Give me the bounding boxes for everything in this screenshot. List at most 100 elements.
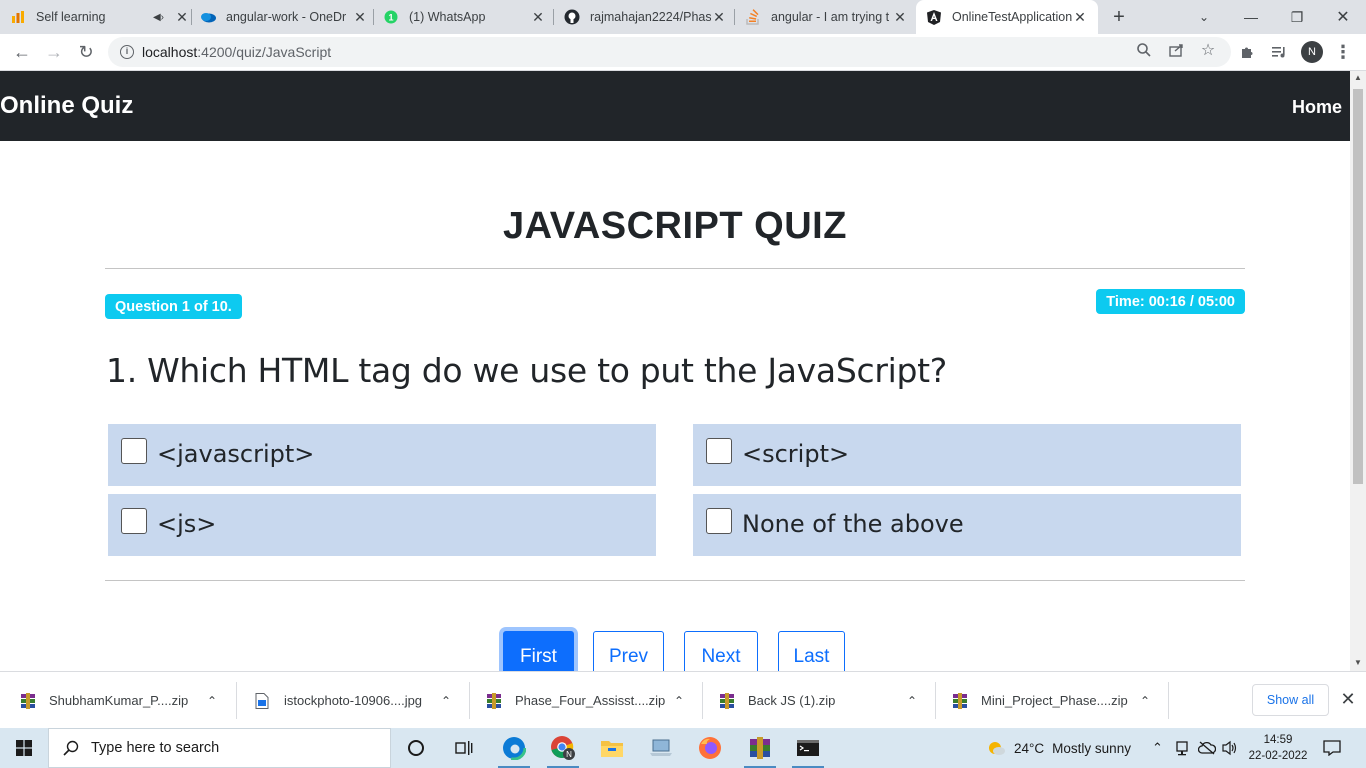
scroll-thumb[interactable] [1353, 89, 1363, 484]
option-4[interactable]: None of the above [693, 494, 1241, 556]
more-menu-icon[interactable]: ⋮ [1333, 42, 1353, 62]
download-item[interactable]: istockphoto-10906....jpg ⌃ [255, 672, 467, 729]
page-scrollbar[interactable]: ▲ ▼ [1350, 71, 1366, 671]
tab-close-icon[interactable]: ✕ [711, 9, 727, 25]
option-1[interactable]: <javascript> [108, 424, 656, 486]
close-downloads-icon[interactable]: ✕ [1339, 689, 1357, 709]
download-item[interactable]: Mini_Project_Phase....zip ⌃ [952, 672, 1166, 729]
restore-button[interactable]: ❐ [1274, 0, 1320, 34]
laptop-app-icon[interactable] [637, 728, 685, 768]
forward-arrow-icon[interactable]: → [40, 38, 68, 66]
winrar-archive-icon [486, 692, 502, 709]
file-explorer-icon[interactable] [588, 728, 636, 768]
browser-tab-2[interactable]: angular-work - OneDr ✕ [200, 0, 368, 34]
option-label: None of the above [742, 510, 964, 538]
tab-separator [191, 9, 192, 25]
network-icon[interactable] [1175, 728, 1189, 768]
chrome-browser-icon[interactable]: N [539, 728, 587, 768]
cortana-icon[interactable] [392, 728, 440, 768]
first-button[interactable]: First [503, 631, 574, 671]
option-label: <js> [157, 510, 217, 538]
zoom-icon[interactable] [1135, 41, 1153, 59]
reload-icon[interactable]: ↻ [72, 38, 100, 66]
download-item[interactable]: ShubhamKumar_P....zip ⌃ [20, 672, 234, 729]
terminal-icon[interactable] [784, 728, 832, 768]
firefox-browser-icon[interactable] [686, 728, 734, 768]
browser-tab-4[interactable]: rajmahajan2224/Phase ✕ [564, 0, 727, 34]
speaker-volume-icon[interactable] [1221, 728, 1239, 768]
browser-tab-1[interactable]: Self learning ◀› ✕ [10, 0, 190, 34]
analytics-favicon-icon [10, 9, 26, 25]
page-viewport: Online Quiz Home JAVASCRIPT QUIZ Questio… [0, 71, 1350, 671]
notifications-icon[interactable] [1323, 728, 1341, 768]
minimize-button[interactable]: — [1228, 0, 1274, 34]
tab-close-icon[interactable]: ✕ [174, 9, 190, 25]
weather-text: Mostly sunny [1052, 740, 1131, 756]
option-label: <javascript> [157, 440, 315, 468]
chevron-up-icon[interactable]: ⌃ [439, 694, 453, 708]
stackoverflow-favicon-icon [745, 9, 761, 25]
option-checkbox[interactable] [121, 438, 147, 464]
tab-separator [553, 9, 554, 25]
next-button[interactable]: Next [684, 631, 758, 671]
tab-audio-icon[interactable]: ◀› [153, 12, 164, 23]
profile-avatar[interactable]: N [1301, 41, 1323, 63]
show-all-downloads-button[interactable]: Show all [1252, 684, 1329, 716]
bookmark-star-icon[interactable]: ☆ [1199, 41, 1217, 59]
address-bar[interactable]: i localhost:4200/quiz/JavaScript [108, 37, 1231, 67]
clock-date: 22-02-2022 [1248, 750, 1308, 762]
navbar-brand[interactable]: Online Quiz [0, 92, 133, 120]
tab-title: angular - I am trying t [771, 10, 890, 24]
browser-tab-strip: Self learning ◀› ✕ angular-work - OneDr … [0, 0, 1366, 34]
browser-tab-6[interactable]: OnlineTestApplication ✕ [916, 0, 1098, 34]
tab-close-icon[interactable]: ✕ [1072, 9, 1088, 25]
prev-button[interactable]: Prev [593, 631, 664, 671]
browser-tab-5[interactable]: angular - I am trying t ✕ [745, 0, 908, 34]
weather-widget[interactable]: 24°C Mostly sunny [986, 728, 1131, 768]
option-2[interactable]: <script> [693, 424, 1241, 486]
back-arrow-icon[interactable]: ← [8, 38, 36, 66]
last-button[interactable]: Last [778, 631, 845, 671]
option-checkbox[interactable] [706, 508, 732, 534]
browser-tab-3[interactable]: 1 (1) WhatsApp ✕ [383, 0, 546, 34]
system-clock[interactable]: 14:59 22-02-2022 [1246, 732, 1310, 764]
site-info-icon[interactable]: i [120, 45, 134, 59]
search-icon [63, 740, 79, 756]
option-checkbox[interactable] [121, 508, 147, 534]
taskbar-search-box[interactable]: Type here to search [48, 728, 391, 768]
option-checkbox[interactable] [706, 438, 732, 464]
tab-title: rajmahajan2224/Phase [590, 10, 711, 24]
scroll-down-arrow-icon[interactable]: ▼ [1353, 658, 1363, 668]
url-text[interactable]: localhost:4200/quiz/JavaScript [142, 44, 331, 60]
download-item[interactable]: Back JS (1).zip ⌃ [719, 672, 933, 729]
share-icon[interactable] [1167, 41, 1185, 59]
github-favicon-icon [564, 9, 580, 25]
tab-title: angular-work - OneDr [226, 10, 347, 24]
tab-title: Self learning [36, 10, 106, 24]
winrar-app-icon[interactable] [736, 728, 784, 768]
question-counter-badge: Question 1 of 10. [105, 294, 242, 319]
chevron-up-icon[interactable]: ⌃ [1138, 694, 1152, 708]
media-queue-icon[interactable] [1269, 42, 1289, 62]
chevron-up-icon[interactable]: ⌃ [672, 694, 686, 708]
edge-browser-icon[interactable] [490, 728, 538, 768]
scroll-up-arrow-icon[interactable]: ▲ [1353, 73, 1363, 83]
close-window-button[interactable]: ✕ [1320, 0, 1366, 34]
nav-home-link[interactable]: Home [1292, 97, 1342, 118]
cloud-sync-icon[interactable] [1198, 728, 1216, 768]
extensions-puzzle-icon[interactable] [1237, 42, 1257, 62]
chevron-up-icon[interactable]: ⌃ [905, 694, 919, 708]
chevron-up-icon[interactable]: ⌃ [205, 694, 219, 708]
windows-start-icon[interactable] [0, 728, 48, 768]
tab-close-icon[interactable]: ✕ [352, 9, 368, 25]
tab-search-chevron-icon[interactable]: ⌄ [1181, 0, 1227, 34]
angular-favicon-icon [926, 9, 942, 25]
download-item[interactable]: Phase_Four_Assisst....zip ⌃ [486, 672, 700, 729]
tab-close-icon[interactable]: ✕ [530, 9, 546, 25]
winrar-archive-icon [20, 692, 36, 709]
task-view-icon[interactable] [440, 728, 488, 768]
option-3[interactable]: <js> [108, 494, 656, 556]
new-tab-button[interactable]: + [1101, 0, 1137, 34]
tab-close-icon[interactable]: ✕ [892, 9, 908, 25]
tray-chevron-up-icon[interactable]: ⌃ [1152, 728, 1163, 768]
